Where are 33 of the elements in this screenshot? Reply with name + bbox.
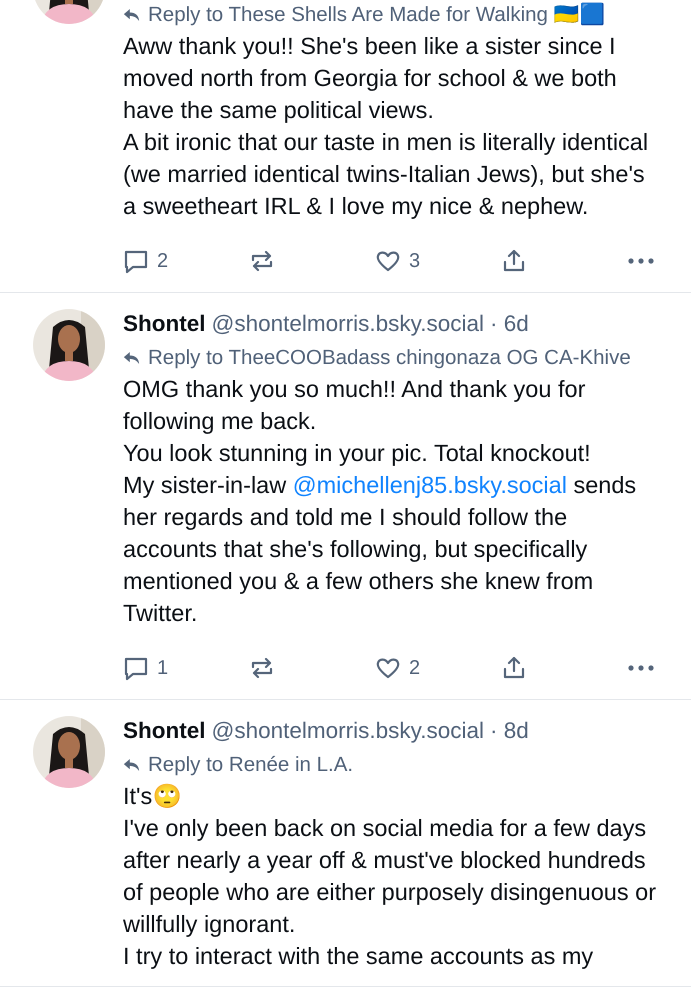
share-icon[interactable] (501, 655, 527, 681)
post-text: You look stunning in your pic. Total knockout! (123, 439, 592, 468)
reply-count: 2 (157, 250, 168, 272)
like-count: 3 (409, 250, 420, 272)
share-icon[interactable] (501, 248, 527, 274)
post-text: OMG thank you so much!! And thank you for following me back. (123, 375, 586, 436)
reply-to-label[interactable]: Reply to TheeCOOBadass chingonaza OG CA-Khive (148, 343, 631, 373)
post-text: I've only been back on social media for a few days after nearly a year off & must've blocked hundreds of people who are either purposely disingenuous or willfully ignorant. (123, 814, 658, 939)
repost-icon[interactable] (249, 248, 275, 274)
post-text: I try to interact with the same accounts as my (123, 942, 594, 971)
like-count: 2 (409, 656, 420, 680)
post-text: A bit ironic that our taste in men is literally identical (we married identical twins-Italian Jews), but she's a sweetheart IRL & I love my nice & nephew. (123, 128, 650, 221)
more-icon[interactable] (627, 664, 655, 672)
reply-to-label[interactable]: Reply to Renée in L.A. (148, 750, 354, 780)
comment-icon[interactable] (123, 248, 149, 274)
post-time: · 6d (490, 311, 529, 336)
post-time: · 8d (490, 718, 529, 743)
author-name[interactable]: Shontel (123, 311, 206, 336)
author-name[interactable]: Shontel (123, 718, 206, 743)
reply-to-label[interactable]: Reply to These Shells Are Made for Walking 🇺🇦🟦 (148, 0, 606, 30)
comment-icon[interactable] (123, 655, 149, 681)
repost-icon[interactable] (249, 655, 275, 681)
more-icon[interactable] (627, 257, 655, 265)
post-text: It's🙄 (123, 782, 182, 811)
reply-arrow-icon (123, 8, 140, 22)
reply-count: 1 (157, 656, 168, 680)
author-handle[interactable]: @shontelmorris.bsky.social (212, 718, 484, 743)
post-text: Aww thank you!! She's been like a sister since I moved north from Georgia for school & we both have the same political views. (123, 32, 618, 125)
mention-link[interactable]: @michellenj85.bsky.social (292, 472, 567, 498)
post-text: My sister-in-law @michellenj85.bsky.social sends her regards and told me I should follow the accounts that she's following, but specifically mentioned you & a few others she knew from Twitter. (123, 471, 638, 628)
reply-arrow-icon (123, 758, 140, 772)
reply-arrow-icon (123, 351, 140, 365)
author-handle[interactable]: @shontelmorris.bsky.social (212, 311, 484, 336)
